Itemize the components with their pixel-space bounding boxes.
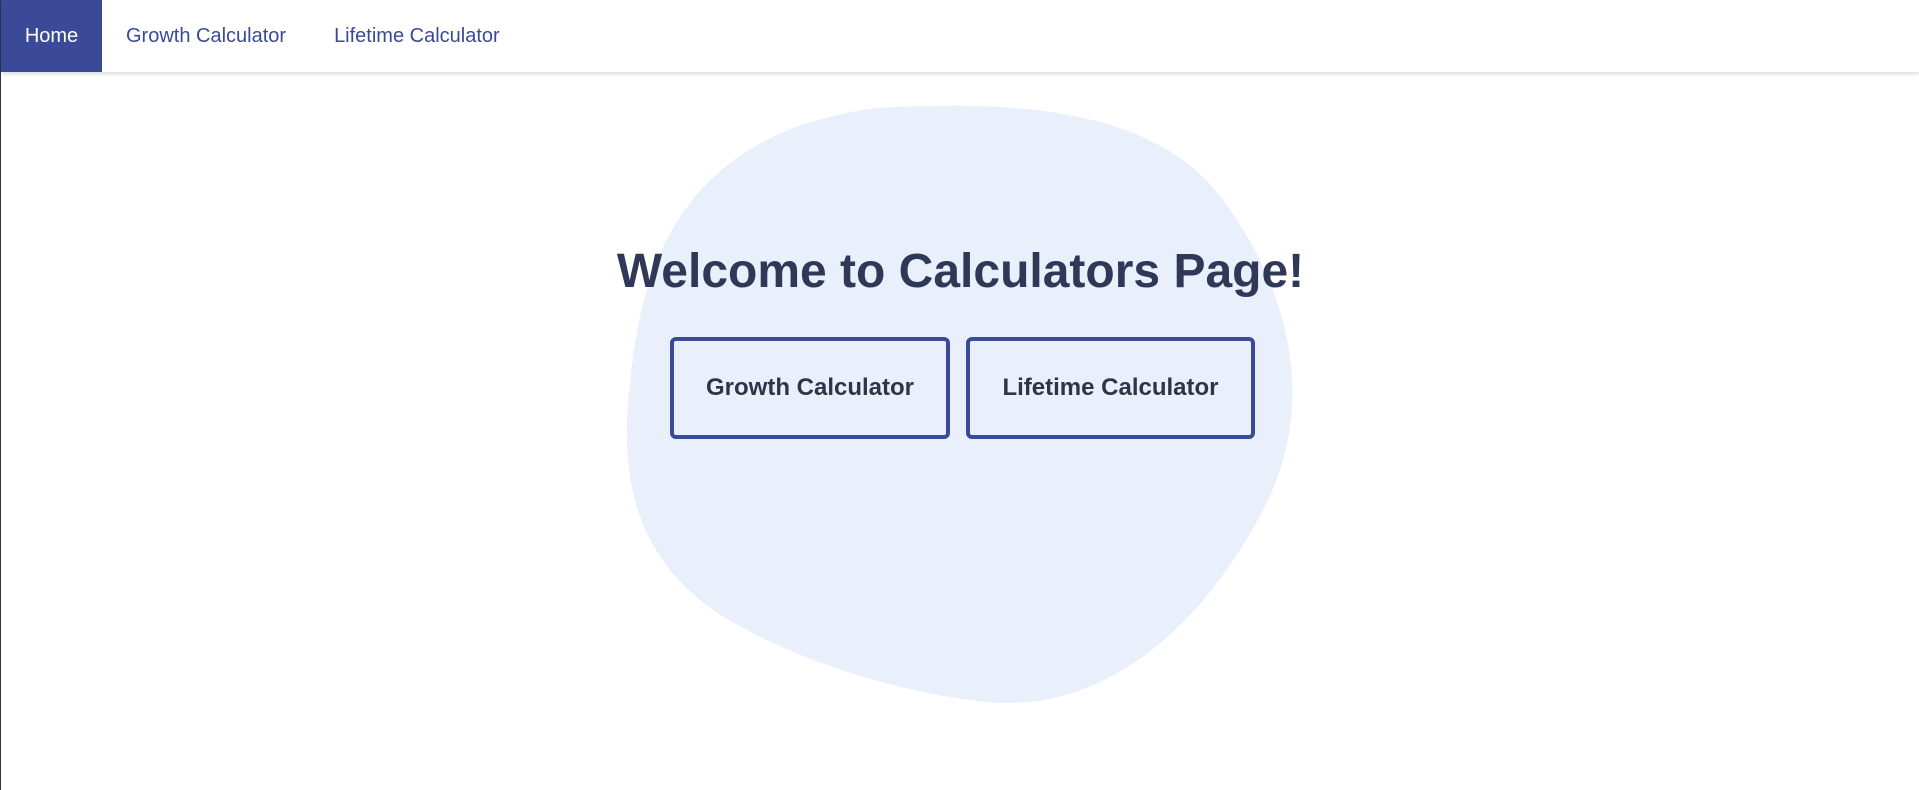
nav-growth-calculator-label: Growth Calculator — [126, 24, 287, 47]
nav-growth-calculator[interactable]: Growth Calculator — [102, 0, 310, 72]
growth-calculator-button[interactable]: Growth Calculator — [670, 337, 950, 439]
nav-home-label: Home — [24, 24, 79, 47]
page: Home Growth Calculator Lifetime Calculat… — [0, 0, 1919, 790]
hero: Welcome to Calculators Page! — [1, 238, 1919, 306]
calculator-buttons: Growth Calculator Lifetime Calculator — [670, 337, 1255, 439]
nav-lifetime-calculator-label: Lifetime Calculator — [334, 24, 500, 47]
nav-home[interactable]: Home — [1, 0, 102, 72]
page-title: Welcome to Calculators Page! — [616, 245, 1305, 298]
nav-lifetime-calculator[interactable]: Lifetime Calculator — [310, 0, 524, 72]
lifetime-calculator-button[interactable]: Lifetime Calculator — [966, 337, 1255, 439]
top-navbar: Home Growth Calculator Lifetime Calculat… — [1, 0, 1919, 72]
